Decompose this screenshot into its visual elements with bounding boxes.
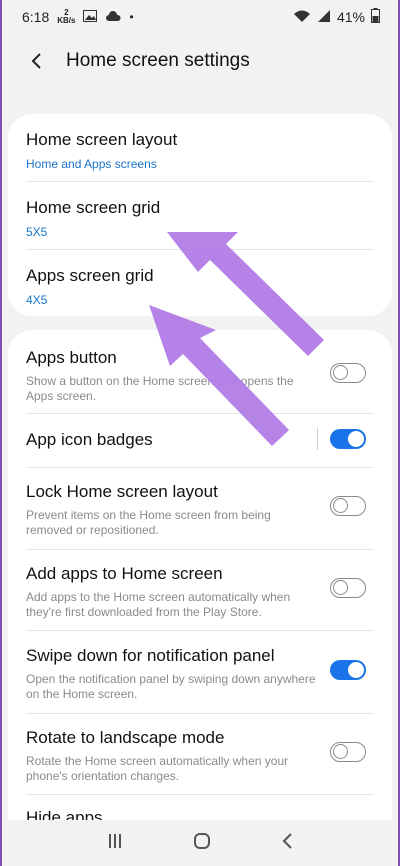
gallery-notification-icon xyxy=(83,9,98,25)
setting-label: Home screen layout xyxy=(26,130,178,149)
setting-description: Open the notification panel by swiping d… xyxy=(26,672,316,701)
divider xyxy=(26,413,374,414)
setting-description: Prevent items on the Home screen from be… xyxy=(26,508,271,537)
divider xyxy=(26,713,374,714)
divider xyxy=(26,630,374,631)
setting-home-screen-grid[interactable]: Home screen grid 5X5 xyxy=(8,198,392,250)
rotate-landscape-toggle[interactable] xyxy=(330,742,366,762)
setting-description: Add apps to the Home screen automaticall… xyxy=(26,590,291,619)
setting-description: Rotate the Home screen automatically whe… xyxy=(26,754,289,783)
cloud-notification-icon xyxy=(105,9,122,25)
status-time: 6:18 xyxy=(22,9,50,25)
divider xyxy=(26,467,374,468)
lock-layout-toggle[interactable] xyxy=(330,496,366,516)
divider xyxy=(317,428,318,450)
page-title: Home screen settings xyxy=(66,50,250,71)
network-speed: 2 KB/s xyxy=(57,8,76,25)
divider xyxy=(26,181,374,182)
app-bar: Home screen settings xyxy=(2,36,398,86)
divider xyxy=(26,794,374,795)
home-icon[interactable] xyxy=(193,832,211,855)
setting-description: Show a button on the Home screen that op… xyxy=(26,374,294,403)
setting-value: 5X5 xyxy=(26,225,48,239)
setting-label: Home screen grid xyxy=(26,198,161,217)
signal-icon xyxy=(317,9,331,26)
setting-apps-screen-grid[interactable]: Apps screen grid 4X5 xyxy=(8,266,392,318)
divider xyxy=(26,549,374,550)
recent-apps-icon[interactable] xyxy=(107,833,123,854)
battery-icon xyxy=(371,8,380,26)
toggle-settings-card: Apps button Show a button on the Home sc… xyxy=(8,330,392,866)
setting-value: 4X5 xyxy=(26,293,48,307)
setting-home-screen-layout[interactable]: Home screen layout Home and Apps screens xyxy=(8,130,392,182)
swipe-down-toggle[interactable] xyxy=(330,660,366,680)
wifi-icon xyxy=(293,9,311,26)
back-icon[interactable] xyxy=(281,832,293,855)
setting-label: Apps screen grid xyxy=(26,266,154,285)
apps-button-toggle[interactable] xyxy=(330,363,366,383)
app-icon-badges-toggle[interactable] xyxy=(330,429,366,449)
grid-settings-card: Home screen layout Home and Apps screens… xyxy=(8,114,392,316)
battery-level: 41% xyxy=(336,9,365,25)
setting-value: Home and Apps screens xyxy=(26,157,157,171)
chevron-left-icon xyxy=(31,53,41,69)
navigation-bar xyxy=(2,820,398,866)
divider xyxy=(26,249,374,250)
status-bar: 6:18 2 KB/s • 41% xyxy=(2,0,398,34)
add-apps-toggle[interactable] xyxy=(330,578,366,598)
more-notifications-dot: • xyxy=(129,10,134,24)
back-button[interactable] xyxy=(24,49,48,73)
